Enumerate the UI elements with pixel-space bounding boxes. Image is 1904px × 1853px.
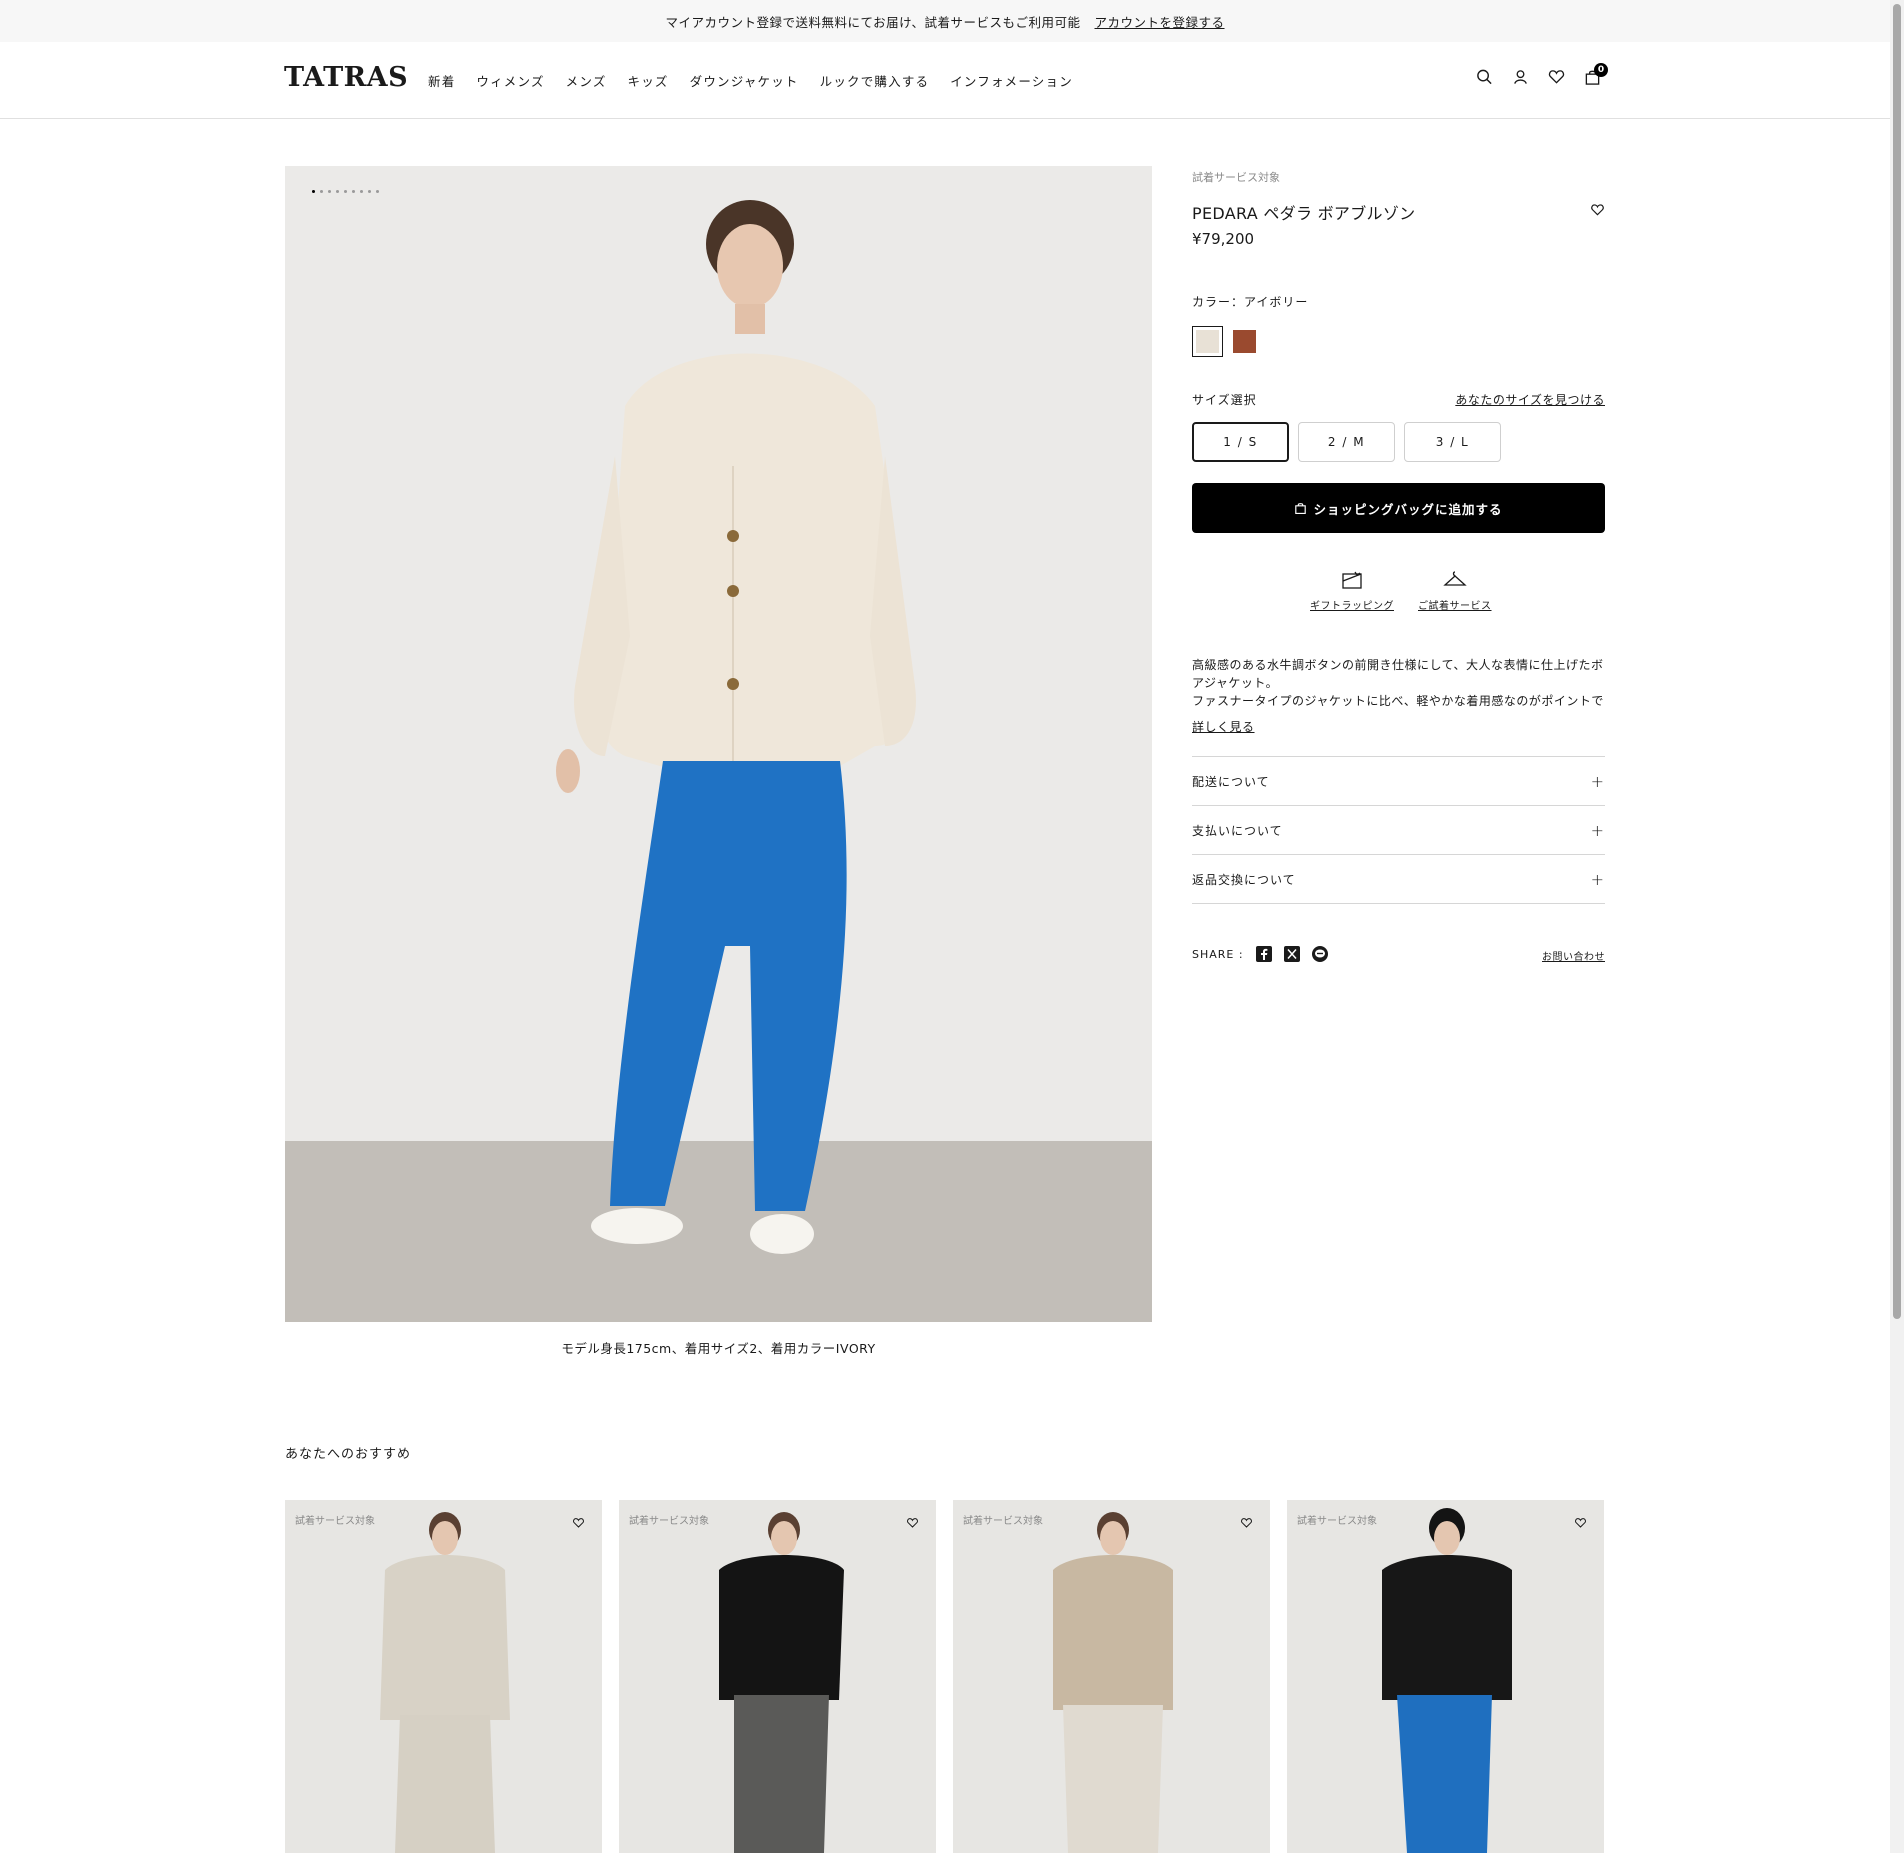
product-thumbnail [380,1512,510,1853]
product-thumbnail [719,1512,844,1853]
accordion-shipping-label: 配送について [1192,774,1270,789]
share-row: SHARE : [1192,946,1328,962]
search-icon[interactable] [1476,68,1493,86]
card-try-on-tag: 試着サービス対象 [1297,1516,1377,1527]
contact-link[interactable]: お問い合わせ [1542,948,1605,963]
color-label: カラー：アイボリー [1192,295,1309,309]
heart-icon[interactable] [1574,1517,1587,1529]
read-more-link[interactable]: 詳しく見る [1192,718,1255,735]
nav-shop-the-look[interactable]: ルックで購入する [820,71,930,90]
nav-mens[interactable]: メンズ [566,71,607,90]
card-try-on-tag: 試着サービス対象 [963,1516,1043,1527]
site-logo[interactable]: TATRAS [284,62,408,93]
product-card[interactable]: 試着サービス対象 [285,1500,602,1853]
nav-womens[interactable]: ウィメンズ [476,71,544,90]
product-card[interactable]: 試着サービス対象 [953,1500,1270,1853]
try-on-service-label: ご試着サービス [1418,601,1492,612]
add-to-bag-button[interactable]: ショッピングバッグに追加する [1192,483,1605,533]
header-icons: 0 [1476,63,1608,86]
recommendations-title: あなたへのおすすめ [285,1447,412,1462]
gallery-dot[interactable] [336,190,339,193]
find-your-size-link[interactable]: あなたのサイズを見つける [1455,391,1605,408]
account-icon[interactable] [1512,68,1529,86]
plus-icon: + [1590,869,1605,889]
product-card[interactable]: 試着サービス対象 [1287,1500,1604,1853]
heart-icon[interactable] [1240,1517,1253,1529]
bag-icon[interactable]: 0 [1584,63,1608,86]
service-links: ギフトラッピング ご試着サービス [1310,569,1492,612]
description-line-2: ファスナータイプのジャケットに比べ、軽やかな着用感なのがポイントで [1192,694,1604,708]
accordion-shipping[interactable]: 配送について + [1192,756,1605,805]
product-card[interactable]: 試着サービス対象 [619,1500,936,1853]
page-scrollbar[interactable] [1890,0,1904,1853]
plus-icon: + [1590,820,1605,840]
size-option-l[interactable]: 3 / L [1404,422,1501,462]
gallery-dot[interactable] [360,190,363,193]
try-on-tag: 試着サービス対象 [1192,171,1280,184]
gift-icon [1342,571,1362,589]
product-image-gallery[interactable] [285,166,1152,1322]
gallery-dot[interactable] [344,190,347,193]
share-label: SHARE : [1192,947,1244,961]
plus-icon: + [1590,771,1605,791]
product-thumbnail [1382,1508,1512,1853]
description-line-1: 高級感のある水牛調ボタンの前開き仕様にして、大人な表情に仕上げたボアジャケット。 [1192,658,1604,690]
product-thumbnail [1053,1512,1173,1853]
scrollbar-thumb[interactable] [1893,4,1901,1319]
cart-count-badge: 0 [1594,63,1608,77]
product-title: PEDARA ペダラ ボアブルゾン [1192,204,1416,223]
accordion-returns-label: 返品交換について [1192,872,1296,887]
nav-new[interactable]: 新着 [428,71,455,90]
gallery-dot[interactable] [312,190,315,193]
nav-down-jacket[interactable]: ダウンジャケット [690,71,799,90]
gallery-dot[interactable] [376,190,379,193]
card-try-on-tag: 試着サービス対象 [295,1516,375,1527]
x-icon[interactable] [1283,946,1300,962]
wishlist-heart-icon[interactable] [1590,202,1605,216]
accordion-payment-label: 支払いについて [1192,823,1283,838]
card-try-on-tag: 試着サービス対象 [629,1516,709,1527]
announcement-text: マイアカウント登録で送料無料にてお届け、試着サービスもご利用可能 [665,14,1081,30]
gift-wrapping-label: ギフトラッピング [1310,601,1394,612]
accordion-divider [1192,903,1605,904]
gallery-dot[interactable] [320,190,323,193]
product-photo [285,166,1152,1322]
facebook-icon[interactable] [1255,946,1272,962]
image-caption: モデル身長175cm、着用サイズ2、着用カラーIVORY [561,1341,876,1356]
wishlist-icon[interactable] [1548,68,1565,86]
product-description: 高級感のある水牛調ボタンの前開き仕様にして、大人な表情に仕上げたボアジャケット。… [1192,656,1605,710]
line-icon[interactable] [1311,946,1328,962]
hanger-icon [1443,571,1467,586]
size-option-m[interactable]: 2 / M [1298,422,1395,462]
size-options: 1 / S 2 / M 3 / L [1192,422,1501,462]
product-price: ¥79,200 [1192,230,1255,248]
nav-information[interactable]: インフォメーション [950,71,1073,90]
gift-wrapping-link[interactable]: ギフトラッピング [1310,569,1394,612]
add-to-bag-label: ショッピングバッグに追加する [1313,501,1503,517]
bag-icon [1295,503,1307,514]
heart-icon[interactable] [572,1517,585,1529]
nav-kids[interactable]: キッズ [628,71,669,90]
size-select-label: サイズ選択 [1192,393,1257,407]
accordion-returns[interactable]: 返品交換について + [1192,854,1605,903]
announcement-bar: マイアカウント登録で送料無料にてお届け、試着サービスもご利用可能 アカウントを登… [0,0,1890,42]
color-swatches [1192,326,1260,357]
swatch-brown[interactable] [1229,326,1260,357]
site-header: TATRAS 新着 ウィメンズ メンズ キッズ ダウンジャケット ルックで購入す… [0,42,1890,119]
gallery-dot[interactable] [328,190,331,193]
heart-icon[interactable] [906,1517,919,1529]
register-account-link[interactable]: アカウントを登録する [1095,12,1225,31]
swatch-ivory[interactable] [1192,326,1223,357]
accordion-payment[interactable]: 支払いについて + [1192,805,1605,854]
gallery-dot[interactable] [368,190,371,193]
gallery-dot[interactable] [352,190,355,193]
gallery-pagination-dots [312,190,379,193]
recommendation-cards: 試着サービス対象 試着サービス対象 試着サービス対象 試着サービス対象 [285,1500,1604,1853]
try-on-service-link[interactable]: ご試着サービス [1418,569,1492,612]
main-nav: 新着 ウィメンズ メンズ キッズ ダウンジャケット ルックで購入する インフォメ… [428,71,1073,90]
size-option-s[interactable]: 1 / S [1192,422,1289,462]
